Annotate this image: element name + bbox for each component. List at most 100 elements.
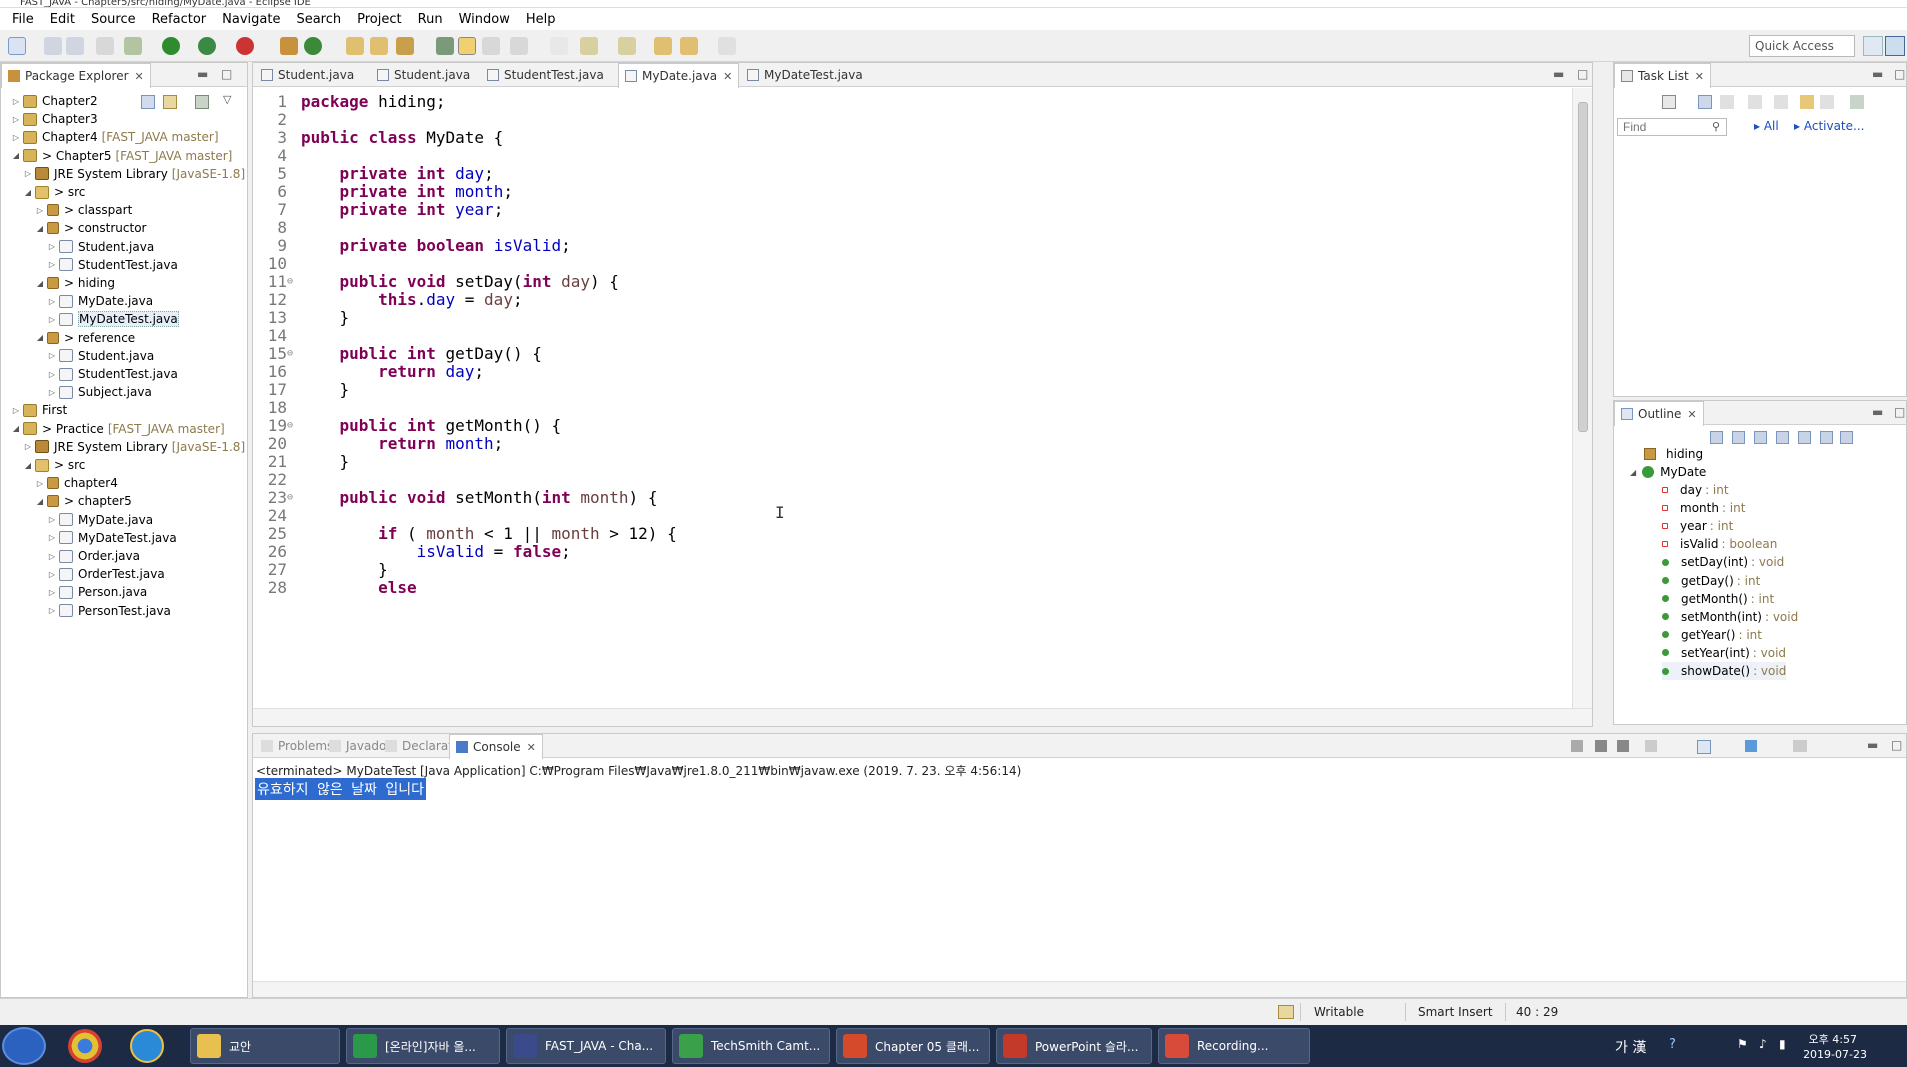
- sort-icon[interactable]: [1732, 431, 1745, 444]
- tree-item[interactable]: ▷ First: [11, 401, 67, 419]
- outline-item[interactable]: setYear(int): void: [1662, 644, 1786, 662]
- tree-item[interactable]: ▷ MyDateTest.java: [47, 529, 177, 547]
- tree-item[interactable]: ◢ > constructor: [35, 219, 147, 237]
- pilcrow-icon[interactable]: [550, 37, 568, 55]
- expand-arrow-icon[interactable]: ◢: [35, 497, 45, 506]
- tree-item[interactable]: ▷ StudentTest.java: [47, 256, 178, 274]
- menu-refactor[interactable]: Refactor: [144, 12, 215, 27]
- outline-item[interactable]: isValid: boolean: [1662, 535, 1777, 553]
- scroll-lock-icon[interactable]: [1645, 740, 1657, 752]
- tree-item[interactable]: ◢ > src: [23, 183, 85, 201]
- hide-static-icon[interactable]: [1776, 431, 1789, 444]
- coverage-icon[interactable]: [198, 37, 216, 55]
- terminate-icon[interactable]: [1571, 740, 1583, 752]
- menu-project[interactable]: Project: [349, 12, 409, 27]
- tree-item[interactable]: ▷ Chapter2: [11, 92, 98, 110]
- maximize-icon[interactable]: □: [1577, 67, 1588, 81]
- expand-arrow-icon[interactable]: ◢: [35, 224, 45, 233]
- expand-arrow-icon[interactable]: ▷: [47, 315, 57, 324]
- fold-toggle-icon[interactable]: ⊖: [287, 492, 297, 503]
- show-on-output-icon[interactable]: [1697, 740, 1711, 754]
- tree-item[interactable]: ▷ Chapter3: [11, 110, 98, 128]
- tree-item[interactable]: ▷ Student.java: [47, 347, 154, 365]
- outline-item[interactable]: setDay(int): void: [1662, 553, 1784, 571]
- minimize-icon[interactable]: ▬: [197, 67, 208, 81]
- focus-icon[interactable]: [1748, 95, 1762, 109]
- new-icon[interactable]: [8, 37, 26, 55]
- close-icon[interactable]: ✕: [1687, 408, 1696, 421]
- new-task-icon[interactable]: [1662, 95, 1676, 109]
- console-horizontal-scrollbar[interactable]: [253, 981, 1906, 997]
- console-output-text[interactable]: 유효하지 않은 날짜 입니다: [255, 778, 426, 800]
- prev-annotation-icon[interactable]: [618, 37, 636, 55]
- open-type-icon[interactable]: [346, 37, 364, 55]
- tree-item[interactable]: ▷ Subject.java: [47, 383, 152, 401]
- view-menu-icon[interactable]: ▽: [223, 93, 231, 106]
- outline-item[interactable]: showDate(): void: [1662, 662, 1787, 680]
- maximize-icon[interactable]: □: [1891, 738, 1902, 752]
- tree-item[interactable]: ▷ Person.java: [47, 583, 147, 601]
- editor-tab[interactable]: StudentTest.java: [481, 63, 610, 87]
- expand-arrow-icon[interactable]: ◢: [35, 333, 45, 342]
- link-editor-icon[interactable]: [1840, 431, 1853, 444]
- tree-item[interactable]: ▷ > classpart: [35, 201, 132, 219]
- pin-console-icon[interactable]: [1745, 740, 1757, 752]
- close-icon[interactable]: ✕: [1695, 70, 1704, 83]
- expand-arrow-icon[interactable]: ▷: [47, 370, 57, 379]
- expand-arrow-icon[interactable]: ▷: [47, 242, 57, 251]
- expand-arrow-icon[interactable]: ▷: [47, 260, 57, 269]
- expand-arrow-icon[interactable]: ▷: [35, 479, 45, 488]
- task-find-input[interactable]: [1617, 118, 1727, 136]
- run-icon[interactable]: [162, 37, 180, 55]
- outline-item[interactable]: month: int: [1662, 499, 1745, 517]
- menu-run[interactable]: Run: [410, 12, 451, 27]
- collapse-all-icon[interactable]: [141, 95, 155, 109]
- tab-package-explorer[interactable]: Package Explorer ✕: [1, 63, 151, 88]
- categorize-icon[interactable]: [1698, 95, 1712, 109]
- tree-item[interactable]: ▷ JRE System Library [JavaSE-1.8]: [23, 438, 245, 456]
- expand-arrow-icon[interactable]: ◢: [35, 279, 45, 288]
- expand-arrow-icon[interactable]: ▷: [23, 169, 33, 178]
- expand-arrow-icon[interactable]: ▷: [47, 388, 57, 397]
- maximize-icon[interactable]: □: [221, 67, 232, 81]
- tree-item[interactable]: ▷ JRE System Library [JavaSE-1.8]: [23, 165, 245, 183]
- start-button[interactable]: [2, 1027, 46, 1065]
- collapse-all-icon[interactable]: [1710, 431, 1723, 444]
- taskbar-task[interactable]: Chapter 05 클래...: [836, 1028, 990, 1064]
- maximize-icon[interactable]: □: [1894, 405, 1905, 419]
- tree-item[interactable]: ▷ Chapter4 [FAST_JAVA master]: [11, 128, 219, 146]
- expand-arrow-icon[interactable]: ▷: [11, 133, 21, 142]
- expand-arrow-icon[interactable]: ▷: [47, 515, 57, 524]
- external-tools-icon[interactable]: [236, 37, 254, 55]
- toggle-block-icon[interactable]: [482, 37, 500, 55]
- expand-arrow-icon[interactable]: ▷: [35, 206, 45, 215]
- fold-toggle-icon[interactable]: ⊖: [287, 348, 297, 359]
- tree-item[interactable]: ▷ MyDate.java: [47, 292, 153, 310]
- expand-arrow-icon[interactable]: ◢: [23, 461, 33, 470]
- taskbar-task[interactable]: PowerPoint 슬라...: [996, 1028, 1152, 1064]
- remove-launch-icon[interactable]: [1595, 740, 1607, 752]
- outline-item[interactable]: day: int: [1662, 481, 1729, 499]
- tab-outline[interactable]: Outline ✕: [1614, 401, 1704, 426]
- menu-window[interactable]: Window: [451, 12, 518, 27]
- expand-arrow-icon[interactable]: ▷: [47, 351, 57, 360]
- editor-tab[interactable]: Student.java: [255, 63, 360, 87]
- scroll-thumb[interactable]: [1578, 102, 1588, 432]
- save-all-icon[interactable]: [66, 37, 84, 55]
- minimize-icon[interactable]: ▬: [1867, 738, 1878, 752]
- tree-item[interactable]: ▷ Student.java: [47, 238, 154, 256]
- tab-console[interactable]: Console ✕: [449, 734, 543, 759]
- clock-time[interactable]: 오후 4:57: [1809, 1031, 1857, 1047]
- hide-local-types-icon[interactable]: [1820, 431, 1833, 444]
- synchronize-icon[interactable]: [1800, 95, 1814, 109]
- outline-item[interactable]: setMonth(int): void: [1662, 608, 1798, 626]
- tree-item[interactable]: ▷ Order.java: [47, 547, 140, 565]
- scheduled-icon[interactable]: [1720, 95, 1734, 109]
- outline-item[interactable]: getDay(): int: [1662, 572, 1760, 590]
- tree-item[interactable]: ▷ StudentTest.java: [47, 365, 178, 383]
- task-all-link[interactable]: ▸ All: [1754, 119, 1779, 133]
- editor-tab[interactable]: MyDate.java ✕: [618, 63, 740, 88]
- outline-item[interactable]: getMonth(): int: [1662, 590, 1774, 608]
- expand-arrow-icon[interactable]: ▷: [47, 588, 57, 597]
- expand-arrow-icon[interactable]: ▷: [11, 406, 21, 415]
